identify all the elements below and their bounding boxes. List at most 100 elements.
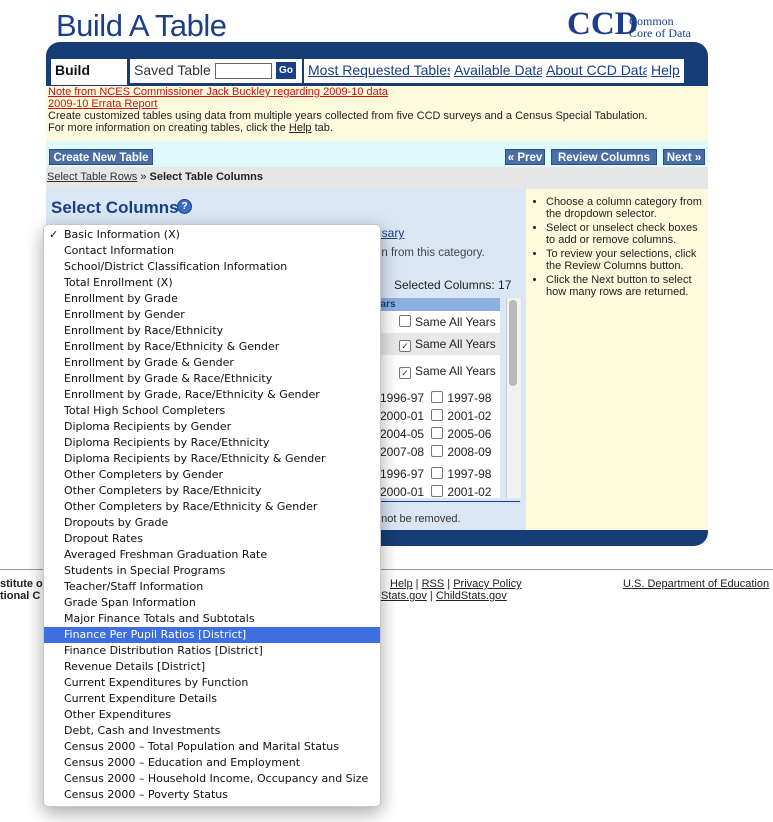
saved-table-input[interactable] [215, 63, 272, 79]
tab-available-data[interactable]: Available Data [450, 59, 549, 83]
year-row: 2000-01 2001-02 [380, 409, 500, 423]
year-label: 2000-01 [380, 485, 425, 498]
dropdown-option-label: Enrollment by Grade [64, 292, 178, 305]
dropdown-option[interactable]: Enrollment by Grade, Race/Ethnicity & Ge… [44, 387, 380, 403]
help-question-icon[interactable]: ? [177, 199, 192, 214]
dropdown-option-label: Major Finance Totals and Subtotals [64, 612, 255, 625]
help-inline-link[interactable]: Help [289, 122, 312, 134]
same-all-years-row[interactable]: ✓ Same All Years [399, 337, 500, 352]
dropdown-option[interactable]: ✓ Basic Information (X) [44, 227, 380, 243]
tab-saved-table[interactable]: Saved Table Go [130, 59, 302, 83]
same-all-years-row[interactable]: ✓ Same All Years [399, 364, 500, 379]
checkbox[interactable] [399, 315, 411, 327]
dropdown-option-label: Current Expenditure Details [64, 692, 217, 705]
year-label: 1996-97 [380, 391, 425, 405]
dropdown-option[interactable]: Averaged Freshman Graduation Rate [44, 547, 380, 563]
review-columns-button[interactable]: Review Columns [551, 149, 657, 165]
nav-button-bar: Create New Table « Prev Review Columns N… [46, 141, 708, 167]
checkbox[interactable] [431, 391, 444, 403]
next-button[interactable]: Next » [663, 149, 705, 165]
logo-line2: Core of Data [629, 26, 691, 40]
scrollbar-thumb[interactable] [509, 300, 517, 386]
dropdown-option[interactable]: Finance Distribution Ratios [District] [44, 643, 380, 659]
us-dept-education-link[interactable]: U.S. Department of Education [623, 578, 769, 590]
tab-help[interactable]: Help [647, 59, 684, 83]
create-new-table-button[interactable]: Create New Table [49, 149, 153, 165]
column-category-dropdown[interactable]: ✓ Basic Information (X) Contact Informatio… [43, 224, 381, 807]
tab-most-requested-tables[interactable]: Most Requested Tables [304, 59, 459, 83]
dropdown-option[interactable]: Enrollment by Grade & Gender [44, 355, 380, 371]
year-row: 1996-97 1997-98 [380, 391, 500, 405]
dropdown-option[interactable]: Enrollment by Race/Ethnicity [44, 323, 380, 339]
dropdown-option-label: Dropouts by Grade [64, 516, 169, 529]
year-label: 2008-09 [447, 445, 492, 459]
same-all-years-row[interactable]: Same All Years [399, 315, 500, 329]
footer-rss-link[interactable]: RSS [422, 578, 445, 590]
year-row: 1996-97 1997-98 [380, 467, 500, 481]
selected-columns-count: Selected Columns: 17 [394, 278, 512, 292]
prev-button[interactable]: « Prev [505, 149, 545, 165]
checkbox[interactable] [431, 485, 444, 497]
footer-sep: | [444, 578, 454, 590]
tab-about-ccd-data[interactable]: About CCD Data [542, 59, 655, 83]
breadcrumb-select-table-rows[interactable]: Select Table Rows [46, 171, 137, 183]
dropdown-option[interactable]: Diploma Recipients by Gender [44, 419, 380, 435]
ccd-logo[interactable]: CCD [567, 6, 639, 43]
commissioner-note-link[interactable]: Note from NCES Commissioner Jack Buckley… [48, 86, 388, 98]
checkbox[interactable] [431, 445, 444, 457]
dropdown-option[interactable]: Enrollment by Race/Ethnicity & Gender [44, 339, 380, 355]
errata-report-link[interactable]: 2009-10 Errata Report [48, 98, 157, 110]
dropdown-option[interactable]: Enrollment by Grade & Race/Ethnicity [44, 371, 380, 387]
dropdown-option[interactable]: Census 2000 – Poverty Status [44, 787, 380, 803]
dropdown-option[interactable]: Revenue Details [District] [44, 659, 380, 675]
footer-privacy-link[interactable]: Privacy Policy [453, 578, 521, 590]
dropdown-option[interactable]: Enrollment by Gender [44, 307, 380, 323]
year-label: 1996-97 [380, 467, 425, 481]
dropdown-option-label: Diploma Recipients by Race/Ethnicity [64, 436, 270, 449]
dropdown-option[interactable]: School/District Classification Informati… [44, 259, 380, 275]
dropdown-option[interactable]: Contact Information [44, 243, 380, 259]
instruction-item: Click the Next button to select how many… [546, 274, 705, 298]
dropdown-option[interactable]: Census 2000 – Total Population and Marit… [44, 739, 380, 755]
dropdown-option-label: Revenue Details [District] [64, 660, 206, 673]
checkbox[interactable] [431, 467, 444, 479]
instruction-item: Choose a column category from the dropdo… [546, 196, 705, 220]
tab-build-table[interactable]: Build Table [51, 59, 127, 100]
footer-help-link[interactable]: Help [390, 578, 413, 590]
dropdown-option[interactable]: Major Finance Totals and Subtotals [44, 611, 380, 627]
dropdown-option[interactable]: Diploma Recipients by Race/Ethnicity [44, 435, 380, 451]
dropdown-option[interactable]: Students in Special Programs [44, 563, 380, 579]
dropdown-option[interactable]: Grade Span Information [44, 595, 380, 611]
dropdown-option-label: Contact Information [64, 244, 174, 257]
footer-childstats-link-2[interactable]: ChildStats.gov [436, 590, 507, 602]
dropdown-option[interactable]: Total High School Completers [44, 403, 380, 419]
dropdown-option[interactable]: Dropouts by Grade [44, 515, 380, 531]
checkbox-checked[interactable]: ✓ [399, 367, 411, 379]
dropdown-option[interactable]: Other Completers by Gender [44, 467, 380, 483]
dropdown-option[interactable]: Enrollment by Grade [44, 291, 380, 307]
dropdown-option-label: Enrollment by Grade & Race/Ethnicity [64, 372, 273, 385]
dropdown-option-label: Census 2000 – Poverty Status [64, 788, 228, 801]
checkbox[interactable] [431, 427, 444, 439]
dropdown-option[interactable]: Dropout Rates [44, 531, 380, 547]
checkbox-checked[interactable]: ✓ [399, 340, 411, 352]
dropdown-option-label: Averaged Freshman Graduation Rate [64, 548, 268, 561]
dropdown-option[interactable]: Total Enrollment (X) [44, 275, 380, 291]
dropdown-option[interactable]: Other Expenditures [44, 707, 380, 723]
go-button[interactable]: Go [276, 62, 296, 79]
dropdown-option-label: Debt, Cash and Investments [64, 724, 221, 737]
dropdown-option[interactable]: Other Completers by Race/Ethnicity & Gen… [44, 499, 380, 515]
dropdown-option[interactable]: Debt, Cash and Investments [44, 723, 380, 739]
year-label: 2000-01 [380, 409, 425, 423]
dropdown-option[interactable]: Finance Per Pupil Ratios [District] [44, 627, 380, 643]
dropdown-option[interactable]: Current Expenditures by Function [44, 675, 380, 691]
checkbox[interactable] [431, 409, 444, 421]
dropdown-option[interactable]: Current Expenditure Details [44, 691, 380, 707]
dropdown-option[interactable]: Census 2000 – Household Income, Occupanc… [44, 771, 380, 787]
dropdown-option[interactable]: Teacher/Staff Information [44, 579, 380, 595]
dropdown-option[interactable]: Census 2000 – Education and Employment [44, 755, 380, 771]
year-label: 1997-98 [447, 467, 492, 481]
dropdown-option[interactable]: Other Completers by Race/Ethnicity [44, 483, 380, 499]
dropdown-option-label: School/District Classification Informati… [64, 260, 288, 273]
dropdown-option[interactable]: Diploma Recipients by Race/Ethnicity & G… [44, 451, 380, 467]
